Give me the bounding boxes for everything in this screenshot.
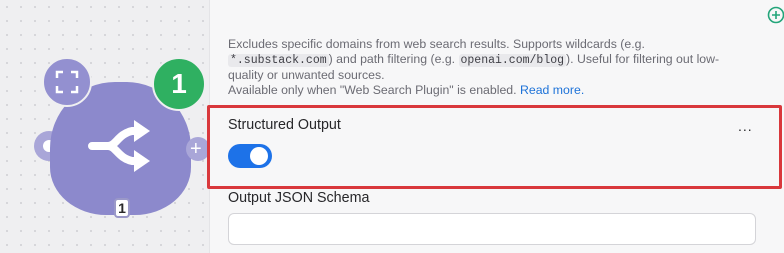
expand-button[interactable] [42, 57, 92, 107]
availability-note: Available only when "Web Search Plugin" … [228, 83, 517, 97]
scenario-canvas: + 1 1 [0, 0, 210, 253]
operations-count[interactable]: 1 [114, 198, 130, 218]
add-item-icon[interactable] [767, 6, 784, 24]
module-settings-panel: Excludes specific domains from web searc… [207, 0, 784, 253]
plus-icon: + [190, 138, 202, 160]
structured-output-toggle[interactable] [228, 144, 272, 168]
path-example: openai.com/blog [458, 54, 567, 67]
toggle-knob [250, 147, 268, 165]
output-json-schema-label: Output JSON Schema [228, 190, 370, 206]
expand-corners-icon [55, 70, 79, 94]
structured-output-label: Structured Output [228, 117, 341, 133]
read-more-link[interactable]: Read more. [520, 83, 584, 97]
output-json-schema-input[interactable] [228, 213, 756, 245]
module-order-badge: 1 [152, 57, 206, 111]
excluded-domains-help-text: Excludes specific domains from web searc… [228, 37, 748, 98]
help-text-part: ) and path filtering (e.g. [328, 52, 459, 66]
wildcard-example: *.substack.com [228, 54, 329, 67]
router-arrows-icon [88, 120, 150, 172]
more-options-button[interactable]: ... [738, 118, 753, 134]
help-text-part: Excludes specific domains from web searc… [228, 37, 645, 51]
